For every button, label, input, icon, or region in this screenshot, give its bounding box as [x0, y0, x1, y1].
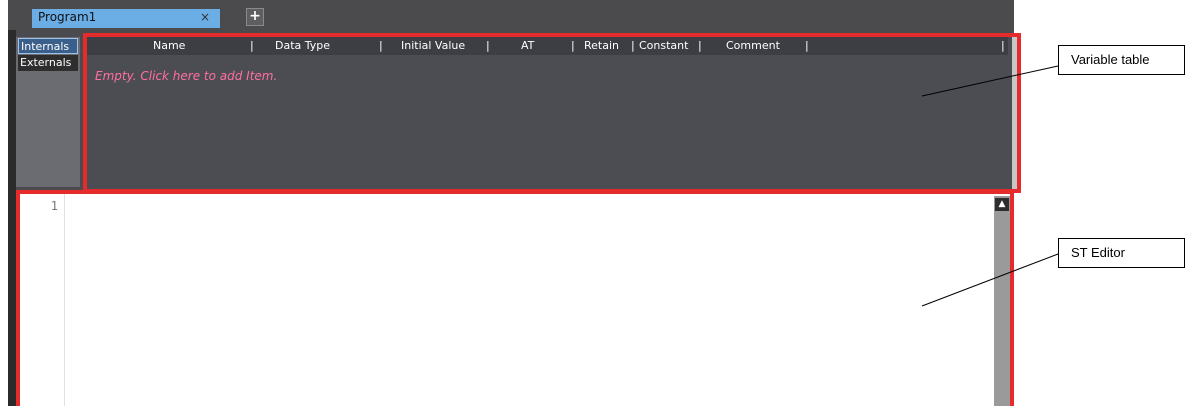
callout-leader-lines: [921, 65, 1059, 307]
st-editor-leader-line: [921, 253, 1059, 307]
variable-table-leader-line: [921, 65, 1059, 97]
